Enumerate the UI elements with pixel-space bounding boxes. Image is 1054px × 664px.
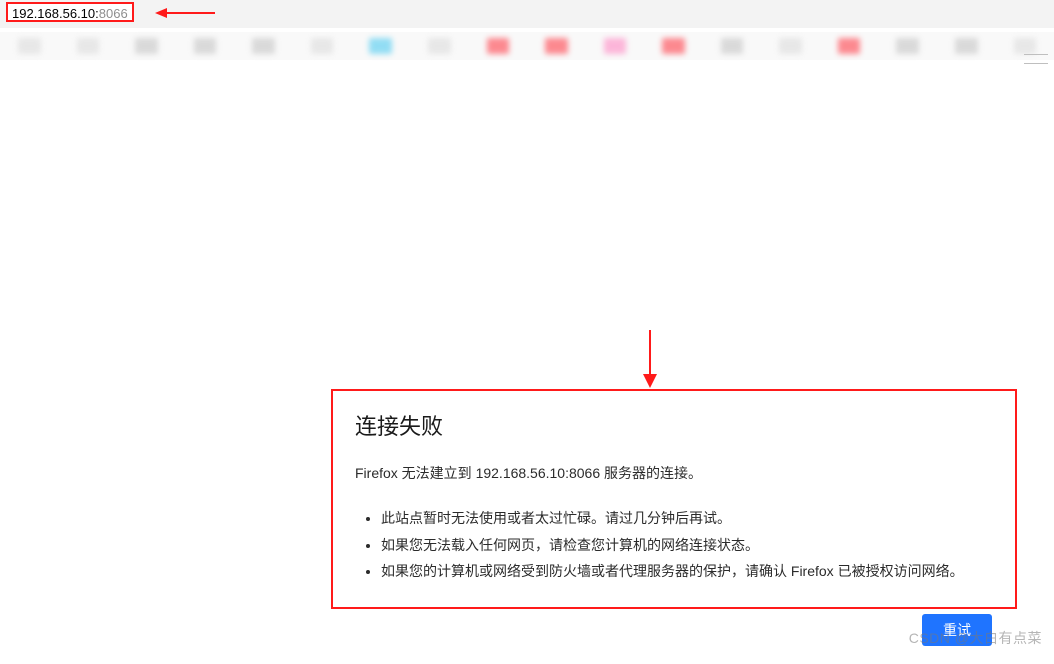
error-suggestion-item: 如果您无法载入任何网页，请检查您计算机的网络连接状态。: [381, 532, 993, 559]
error-suggestions-list: 此站点暂时无法使用或者太过忙碌。请过几分钟后再试。 如果您无法载入任何网页，请检…: [381, 505, 993, 585]
bookmark-favicon[interactable]: [18, 38, 41, 54]
error-suggestion-item: 此站点暂时无法使用或者太过忙碌。请过几分钟后再试。: [381, 505, 993, 532]
error-title: 连接失败: [355, 409, 993, 441]
bookmark-favicon[interactable]: [721, 38, 744, 54]
bookmark-favicon[interactable]: [662, 38, 685, 54]
bookmark-favicon[interactable]: [77, 38, 100, 54]
annotation-arrow-left-icon: [155, 6, 215, 20]
bookmark-favicon[interactable]: [896, 38, 919, 54]
bookmarks-row: [0, 38, 1054, 54]
bookmarks-toolbar[interactable]: [0, 32, 1054, 60]
bookmark-favicon[interactable]: [369, 38, 392, 54]
annotation-arrow-down-icon: [640, 330, 660, 388]
bookmark-favicon[interactable]: [428, 38, 451, 54]
error-suggestion-item: 如果您的计算机或网络受到防火墙或者代理服务器的保护，请确认 Firefox 已被…: [381, 558, 993, 585]
bookmark-favicon[interactable]: [838, 38, 861, 54]
bookmark-favicon[interactable]: [252, 38, 275, 54]
bookmark-favicon[interactable]: [1014, 38, 1037, 54]
bookmark-favicon[interactable]: [779, 38, 802, 54]
url-port: 8066: [99, 6, 128, 21]
retry-button[interactable]: 重试: [922, 614, 992, 646]
url-text[interactable]: 192.168.56.10:8066: [6, 2, 134, 22]
bookmark-favicon[interactable]: [135, 38, 158, 54]
address-bar[interactable]: 192.168.56.10:8066: [0, 0, 1054, 28]
bookmark-favicon[interactable]: [604, 38, 627, 54]
bookmark-favicon[interactable]: [955, 38, 978, 54]
bookmark-favicon[interactable]: [311, 38, 334, 54]
bookmark-favicon[interactable]: [194, 38, 217, 54]
connection-error-card: 连接失败 Firefox 无法建立到 192.168.56.10:8066 服务…: [331, 389, 1017, 609]
bookmark-favicon[interactable]: [487, 38, 510, 54]
bookmarks-overflow-icon[interactable]: [1024, 54, 1048, 64]
error-message: Firefox 无法建立到 192.168.56.10:8066 服务器的连接。: [355, 463, 993, 483]
bookmark-favicon[interactable]: [545, 38, 568, 54]
url-host: 192.168.56.10: [12, 6, 95, 21]
